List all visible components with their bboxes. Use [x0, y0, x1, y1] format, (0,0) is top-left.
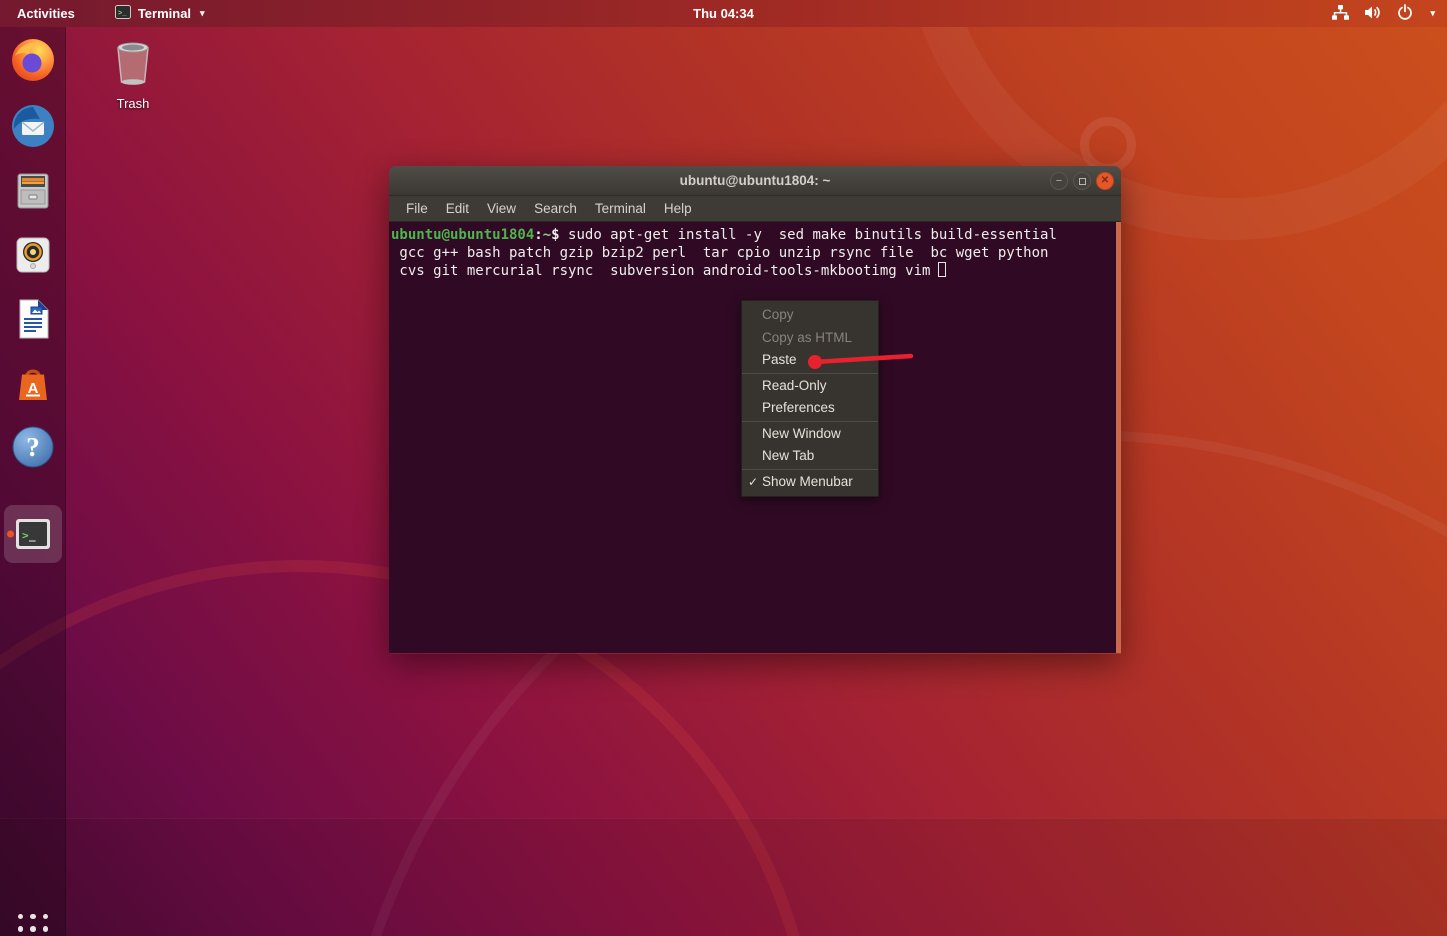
firefox-icon: [9, 36, 57, 84]
show-applications-button[interactable]: [14, 910, 52, 936]
checkmark-icon: ✓: [748, 471, 758, 494]
dock-item-firefox[interactable]: [9, 36, 57, 84]
terminal-line: ubuntu@ubuntu1804:~$ sudo apt-get instal…: [391, 226, 1113, 244]
terminal-line: cvs git mercurial rsync subversion andro…: [391, 262, 1113, 280]
grid-dot: [43, 926, 49, 932]
svg-text:_: _: [29, 529, 36, 542]
terminal-menubar: File Edit View Search Terminal Help: [389, 196, 1121, 222]
window-titlebar[interactable]: ubuntu@ubuntu1804: ~ − ✕: [389, 166, 1121, 196]
help-question-icon: ?: [9, 423, 57, 471]
grid-dot: [43, 914, 49, 920]
trash-bin-icon: [111, 77, 155, 94]
context-menu-item-show-menubar[interactable]: ✓Show Menubar: [742, 471, 878, 494]
activities-button[interactable]: Activities: [17, 6, 75, 21]
dock-item-rhythmbox[interactable]: [9, 231, 57, 279]
thunderbird-icon: [9, 102, 57, 150]
terminal-line: gcc g++ bash patch gzip bzip2 perl tar c…: [391, 244, 1113, 262]
dock-item-thunderbird[interactable]: [9, 102, 57, 150]
dock-item-ubuntu-software[interactable]: A: [9, 359, 57, 407]
svg-text:?: ?: [26, 432, 40, 462]
menu-separator: [742, 421, 878, 422]
chevron-down-icon: ▾: [200, 8, 205, 19]
terminal-cursor: [938, 262, 946, 277]
command-text: sudo apt-get install -y sed make binutil…: [568, 227, 1057, 243]
minimize-button[interactable]: −: [1050, 172, 1068, 190]
scrollbar[interactable]: [1116, 222, 1121, 653]
software-bag-icon: A: [9, 359, 57, 407]
clock-button[interactable]: Thu 04:34: [693, 0, 754, 27]
power-icon: [1397, 4, 1413, 23]
close-button[interactable]: ✕: [1096, 172, 1114, 190]
trash-label: Trash: [101, 96, 165, 111]
maximize-button[interactable]: [1073, 172, 1091, 190]
menu-view[interactable]: View: [478, 201, 525, 216]
speaker-icon: [9, 231, 57, 279]
grid-dot: [18, 914, 24, 920]
wallpaper-fold: [0, 818, 1447, 936]
menu-separator: [742, 469, 878, 470]
context-menu-item-new-window[interactable]: New Window: [742, 423, 878, 446]
running-indicator-dot: [7, 531, 14, 538]
terminal-app-icon: >_: [9, 510, 57, 558]
menu-terminal[interactable]: Terminal: [586, 201, 655, 216]
app-menu-label: Terminal: [138, 6, 191, 21]
chevron-down-icon: ▾: [1430, 8, 1435, 19]
trash-desktop-icon[interactable]: Trash: [101, 38, 165, 111]
dock: A ? >_: [0, 27, 66, 936]
annotation-arrow: [798, 342, 926, 379]
menu-help[interactable]: Help: [655, 201, 701, 216]
context-menu-item-new-tab[interactable]: New Tab: [742, 445, 878, 468]
dock-item-terminal[interactable]: >_: [4, 505, 62, 563]
top-bar: Activities >_ Terminal ▾ Thu 04:34 ▾: [0, 0, 1447, 27]
grid-dot: [18, 926, 24, 932]
svg-text:>_: >_: [118, 10, 127, 18]
volume-icon: [1364, 5, 1382, 23]
window-title: ubuntu@ubuntu1804: ~: [680, 173, 831, 188]
terminal-mini-icon: >_: [115, 5, 131, 22]
context-menu-item-copy: Copy: [742, 304, 878, 327]
grid-dot: [30, 926, 36, 932]
menu-edit[interactable]: Edit: [437, 201, 478, 216]
writer-document-icon: [9, 295, 57, 343]
prompt-user-host: ubuntu@ubuntu1804: [391, 227, 534, 243]
app-menu-button[interactable]: >_ Terminal ▾: [115, 5, 205, 22]
file-cabinet-icon: [9, 167, 57, 215]
svg-text:A: A: [28, 380, 39, 397]
context-menu-item-preferences[interactable]: Preferences: [742, 397, 878, 420]
wallpaper-ring: [1080, 117, 1136, 173]
system-tray-button[interactable]: ▾: [1332, 0, 1435, 27]
network-wired-icon: [1332, 5, 1349, 23]
svg-text:>: >: [22, 529, 29, 542]
terminal-context-menu: Copy Copy as HTML Paste Read-Only Prefer…: [741, 300, 879, 497]
dock-item-files[interactable]: [9, 167, 57, 215]
maximize-icon: [1079, 178, 1086, 185]
menu-file[interactable]: File: [397, 201, 437, 216]
dock-item-libreoffice-writer[interactable]: [9, 295, 57, 343]
menu-search[interactable]: Search: [525, 201, 586, 216]
dock-item-help[interactable]: ?: [9, 423, 57, 471]
grid-dot: [30, 914, 36, 920]
